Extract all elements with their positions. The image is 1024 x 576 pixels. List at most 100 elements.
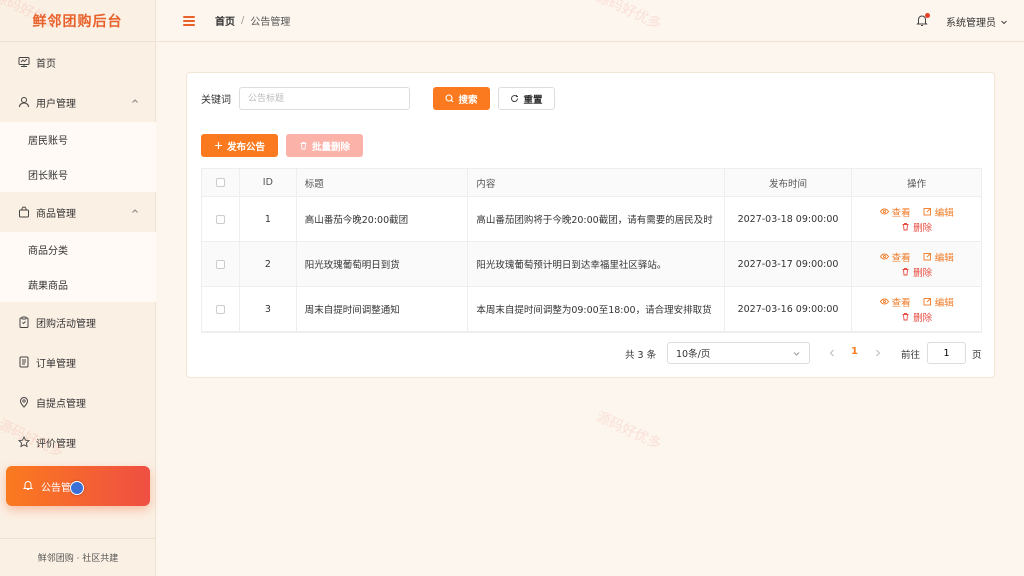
user-menu[interactable]: 系统管理员	[946, 14, 1008, 29]
sidebar-item-label: 商品分类	[28, 246, 68, 257]
view-button[interactable]: 查看	[879, 205, 911, 219]
page-number-current[interactable]: 1	[851, 346, 858, 357]
document-icon	[18, 356, 30, 368]
user-icon	[18, 96, 30, 108]
breadcrumb-home[interactable]: 首页	[215, 13, 235, 28]
table-row: 2 阳光玫瑰葡萄明日到货 阳光玫瑰葡萄预计明日到达幸福里社区驿站。 2027-0…	[202, 242, 981, 287]
row-select-cell	[202, 242, 240, 286]
row-checkbox[interactable]	[215, 259, 225, 269]
cell-id: 2	[240, 242, 297, 286]
view-button[interactable]: 查看	[879, 250, 911, 264]
column-header-time: 发布时间	[725, 169, 853, 196]
bag-icon	[18, 206, 30, 218]
reset-button[interactable]: 重置	[498, 87, 555, 110]
sidebar-item-user-management[interactable]: 用户管理	[0, 82, 156, 122]
sidebar-item-label: 自提点管理	[36, 398, 86, 410]
view-label: 查看	[891, 297, 911, 309]
table-header: ID 标题 内容 发布时间 操作	[202, 169, 981, 197]
sidebar-item-pickup-points[interactable]: 自提点管理	[0, 382, 156, 422]
delete-label: 删除	[913, 267, 933, 279]
sidebar-item-label: 蔬果商品	[28, 281, 68, 292]
table-row: 3 周末自提时间调整通知 本周末自提时间调整为09:00至18:00，请合理安排…	[202, 287, 981, 332]
edit-label: 编辑	[934, 207, 954, 219]
view-label: 查看	[891, 252, 911, 264]
sidebar-item-leader-accounts[interactable]: 团长账号	[0, 157, 156, 192]
breadcrumb: 首页 / 公告管理	[215, 13, 290, 28]
row-checkbox[interactable]	[215, 214, 225, 224]
edit-button[interactable]: 编辑	[923, 250, 954, 264]
cell-title: 高山番茄今晚20:00截团	[297, 197, 469, 241]
sidebar-footer: 鲜邻团购 · 社区共建	[0, 538, 156, 576]
chevron-up-icon	[130, 96, 140, 106]
sidebar-item-label: 订单管理	[36, 358, 76, 370]
sidebar-item-home[interactable]: 首页	[0, 42, 156, 82]
batch-delete-button[interactable]: 批量删除	[286, 134, 363, 157]
sidebar-item-label: 首页	[36, 58, 56, 70]
page-size-select[interactable]: 10条/页	[667, 342, 810, 364]
column-header-id: ID	[240, 169, 297, 196]
row-checkbox[interactable]	[215, 304, 225, 314]
keyword-label: 关键词	[201, 94, 231, 106]
cell-time: 2027-03-16 09:00:00	[725, 287, 853, 331]
cell-content: 本周末自提时间调整为09:00至18:00，请合理安排取货	[468, 287, 725, 331]
edit-icon	[923, 297, 932, 306]
total-count: 共 3 条	[625, 350, 657, 361]
next-page-icon[interactable]	[873, 347, 883, 359]
table-row: 1 高山番茄今晚20:00截团 高山番茄团购将于今晚20:00截团，请有需要的居…	[202, 197, 981, 242]
goto-page-input[interactable]	[927, 342, 966, 364]
sidebar-item-product-category[interactable]: 商品分类	[0, 232, 156, 267]
sidebar: 鲜邻团购后台 首页 用户管理 居民账号 团长账号 商品管理 商品分类 蔬果商品 …	[0, 0, 156, 576]
trash-icon	[901, 222, 910, 231]
row-select-cell	[202, 287, 240, 331]
keyword-input[interactable]	[239, 87, 410, 110]
sidebar-item-resident-accounts[interactable]: 居民账号	[0, 122, 156, 157]
sidebar-item-product-management[interactable]: 商品管理	[0, 192, 156, 232]
notification-bell-icon[interactable]	[915, 13, 930, 27]
sidebar-item-produce-goods[interactable]: 蔬果商品	[0, 267, 156, 302]
edit-icon	[923, 252, 932, 261]
select-all-checkbox[interactable]	[215, 178, 225, 187]
notification-dot	[925, 13, 930, 18]
edit-button[interactable]: 编辑	[923, 295, 954, 309]
sidebar-item-orders[interactable]: 订单管理	[0, 342, 156, 382]
chevron-up-icon	[130, 206, 140, 216]
sidebar-item-reviews[interactable]: 评价管理	[0, 422, 156, 462]
breadcrumb-current: 公告管理	[250, 17, 291, 28]
eye-icon	[879, 252, 889, 261]
mouse-cursor-icon	[70, 481, 84, 495]
delete-label: 删除	[913, 222, 933, 234]
cell-time: 2027-03-18 09:00:00	[725, 197, 853, 241]
pagination: 共 3 条 10条/页 1 前往 页	[187, 342, 996, 364]
menu-toggle-icon[interactable]	[183, 15, 195, 26]
cell-ops: 查看 编辑 删除	[852, 197, 981, 241]
clipboard-icon	[18, 316, 30, 328]
delete-button[interactable]: 删除	[901, 265, 932, 279]
breadcrumb-separator: /	[241, 15, 245, 26]
view-label: 查看	[891, 207, 911, 219]
trash-icon	[299, 141, 308, 150]
monitor-icon	[18, 56, 30, 68]
search-button[interactable]: 搜索	[433, 87, 490, 110]
announcement-table: ID 标题 内容 发布时间 操作 1 高山番茄今晚20:00截团 高山番茄团购将…	[201, 168, 982, 333]
delete-button[interactable]: 删除	[901, 220, 932, 234]
edit-label: 编辑	[934, 252, 954, 264]
sidebar-item-group-activity[interactable]: 团购活动管理	[0, 302, 156, 342]
submenu-user: 居民账号 团长账号	[0, 122, 156, 192]
location-icon	[18, 396, 30, 408]
page-size-value: 10条/页	[676, 349, 711, 360]
column-header-ops: 操作	[907, 178, 927, 190]
edit-label: 编辑	[934, 297, 954, 309]
eye-icon	[879, 207, 889, 216]
search-icon	[445, 94, 454, 103]
publish-announcement-button[interactable]: 发布公告	[201, 134, 278, 157]
edit-button[interactable]: 编辑	[923, 205, 954, 219]
bell-icon	[22, 479, 34, 494]
view-button[interactable]: 查看	[879, 295, 911, 309]
delete-button[interactable]: 删除	[901, 310, 932, 324]
prev-page-icon[interactable]	[827, 347, 837, 359]
row-select-cell	[202, 197, 240, 241]
sidebar-item-label: 用户管理	[36, 98, 76, 110]
search-button-label: 搜索	[458, 94, 478, 106]
star-icon	[18, 436, 30, 448]
delete-label: 删除	[913, 312, 933, 324]
